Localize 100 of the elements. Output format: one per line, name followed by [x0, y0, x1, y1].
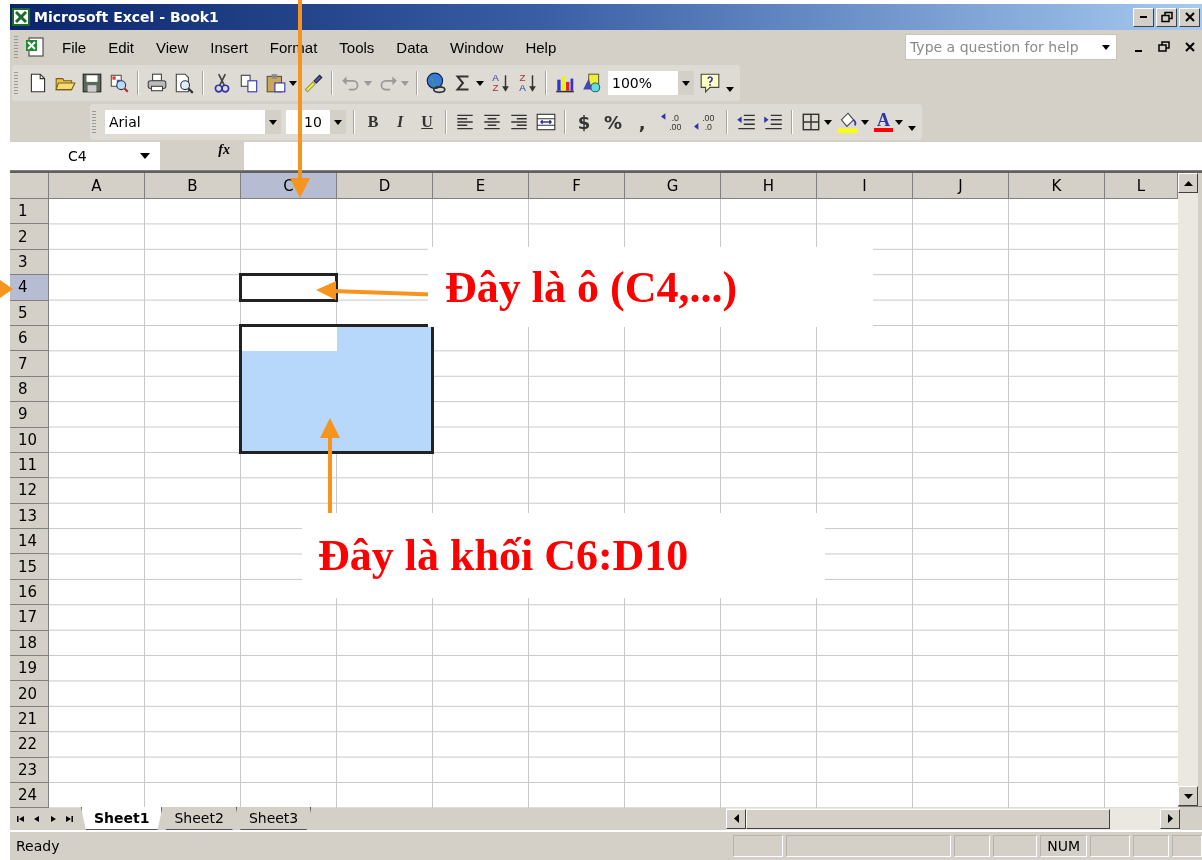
row-header[interactable]: 22	[10, 732, 49, 758]
row-header[interactable]: 13	[10, 503, 49, 530]
row-header[interactable]: 14	[10, 529, 49, 555]
window-title: Microsoft Excel - Book1	[34, 9, 219, 25]
row-header[interactable]: 24	[10, 783, 49, 809]
shapes-icon[interactable]	[581, 72, 603, 94]
magnifier-page-icon[interactable]	[108, 72, 130, 94]
bold-button[interactable]: B	[362, 113, 384, 131]
menu-item[interactable]: Data	[388, 36, 441, 58]
restore-button[interactable]	[1156, 7, 1177, 27]
caret-icon	[140, 153, 150, 159]
last-sheet-icon[interactable]	[64, 813, 74, 824]
column-header[interactable]: K	[1009, 173, 1105, 199]
select-all-button[interactable]	[10, 173, 49, 199]
close-icon[interactable]	[1183, 40, 1197, 54]
row-header[interactable]: 20	[10, 681, 49, 707]
row-header[interactable]: 1	[10, 199, 49, 225]
row-header[interactable]: 21	[10, 706, 49, 733]
row-header[interactable]: 12	[10, 478, 49, 504]
underline-button[interactable]: U	[416, 113, 438, 131]
copy-icon[interactable]	[238, 72, 260, 94]
column-header[interactable]: J	[913, 173, 1009, 199]
column-header[interactable]: A	[49, 173, 145, 199]
menu-item[interactable]: Window	[442, 36, 516, 58]
help-bubble-icon[interactable]	[699, 72, 721, 94]
column-header[interactable]: I	[817, 173, 913, 199]
font-size-dropdown[interactable]: 10	[286, 110, 346, 134]
row-header[interactable]: 2	[10, 224, 49, 250]
sheet-tab[interactable]: Sheet1	[81, 807, 163, 830]
menu-item[interactable]: Tools	[331, 36, 387, 58]
number-format-button[interactable]: ,	[631, 111, 654, 133]
caret-icon[interactable]	[1102, 44, 1110, 50]
column-header[interactable]: L	[1105, 173, 1178, 199]
menu-item[interactable]: Insert	[202, 36, 260, 58]
number-format-button[interactable]: %	[600, 111, 627, 133]
column-header[interactable]: G	[625, 173, 721, 199]
printer-icon[interactable]	[146, 72, 168, 94]
row-header[interactable]: 19	[10, 656, 49, 682]
caret-icon	[334, 119, 342, 125]
next-sheet-icon[interactable]	[48, 813, 58, 824]
caret-icon[interactable]	[824, 119, 833, 125]
menu-item[interactable]: File	[54, 36, 99, 58]
print-preview-icon[interactable]	[173, 72, 195, 94]
row-header[interactable]: 5	[10, 300, 49, 326]
menu-item[interactable]: View	[148, 36, 201, 58]
column-header[interactable]: B	[145, 173, 241, 199]
vertical-scrollbar[interactable]	[1178, 173, 1198, 806]
row-header[interactable]: 10	[10, 427, 49, 453]
down-arrow-icon[interactable]	[1183, 793, 1193, 799]
sheet-tab[interactable]: Sheet3	[235, 807, 312, 830]
italic-button[interactable]: I	[389, 113, 411, 131]
zoom-dropdown[interactable]: 100%	[608, 71, 694, 95]
row-header[interactable]: 18	[10, 630, 49, 657]
row-header[interactable]: 6	[10, 325, 49, 352]
row-header[interactable]: 4	[10, 275, 49, 301]
function-button[interactable]: fx	[160, 142, 244, 170]
number-format-button[interactable]: $	[573, 111, 595, 133]
clipboard-icon[interactable]	[265, 72, 287, 94]
column-header[interactable]: E	[433, 173, 529, 199]
minimize-button[interactable]	[1133, 7, 1154, 27]
row-header[interactable]: 16	[10, 579, 49, 606]
callout-label: Đây là khối C6:D10	[302, 513, 825, 598]
row-header[interactable]: 17	[10, 605, 49, 631]
right-arrow-icon[interactable]	[1167, 814, 1173, 823]
paint-bucket-icon[interactable]	[837, 111, 860, 133]
row-header[interactable]: 7	[10, 351, 49, 377]
restore-icon[interactable]	[1157, 40, 1171, 54]
left-arrow-icon[interactable]	[733, 814, 739, 823]
menu-item[interactable]: Help	[517, 36, 569, 58]
caret-icon[interactable]	[476, 80, 484, 86]
callout-label: Đây là ô (C4,...)	[428, 247, 873, 327]
paintbrush-icon[interactable]	[302, 72, 324, 94]
caret-icon[interactable]	[726, 86, 734, 92]
row-header[interactable]: 11	[10, 452, 49, 479]
globe-icon[interactable]	[425, 72, 447, 94]
status-panel	[1090, 835, 1130, 857]
font-dropdown[interactable]: Arial	[105, 110, 281, 134]
close-button[interactable]	[1179, 7, 1200, 27]
caret-icon[interactable]	[861, 119, 870, 125]
row-header[interactable]: 3	[10, 249, 49, 276]
row-header[interactable]: 8	[10, 376, 49, 403]
scroll-thumb[interactable]	[746, 808, 1110, 829]
column-header[interactable]: F	[529, 173, 625, 199]
caret-icon[interactable]	[289, 80, 297, 86]
previous-sheet-icon[interactable]	[32, 813, 42, 824]
row-header[interactable]: 15	[10, 554, 49, 580]
horizontal-scrollbar[interactable]	[726, 807, 1180, 830]
column-header[interactable]: D	[337, 173, 433, 199]
column-header[interactable]: H	[721, 173, 817, 199]
help-search-field[interactable]: Type a question for help	[905, 34, 1117, 60]
merge-center-icon[interactable]	[535, 111, 557, 133]
up-arrow-icon[interactable]	[1183, 180, 1193, 186]
font-color-button[interactable]: A	[874, 112, 894, 132]
sheet-tab[interactable]: Sheet2	[161, 807, 237, 830]
status-panel	[1172, 835, 1202, 857]
row-header[interactable]: 23	[10, 757, 49, 783]
workbook-icon[interactable]	[24, 36, 46, 58]
menu-item[interactable]: Edit	[100, 36, 147, 58]
first-sheet-icon[interactable]	[16, 813, 26, 824]
row-header[interactable]: 9	[10, 402, 49, 428]
